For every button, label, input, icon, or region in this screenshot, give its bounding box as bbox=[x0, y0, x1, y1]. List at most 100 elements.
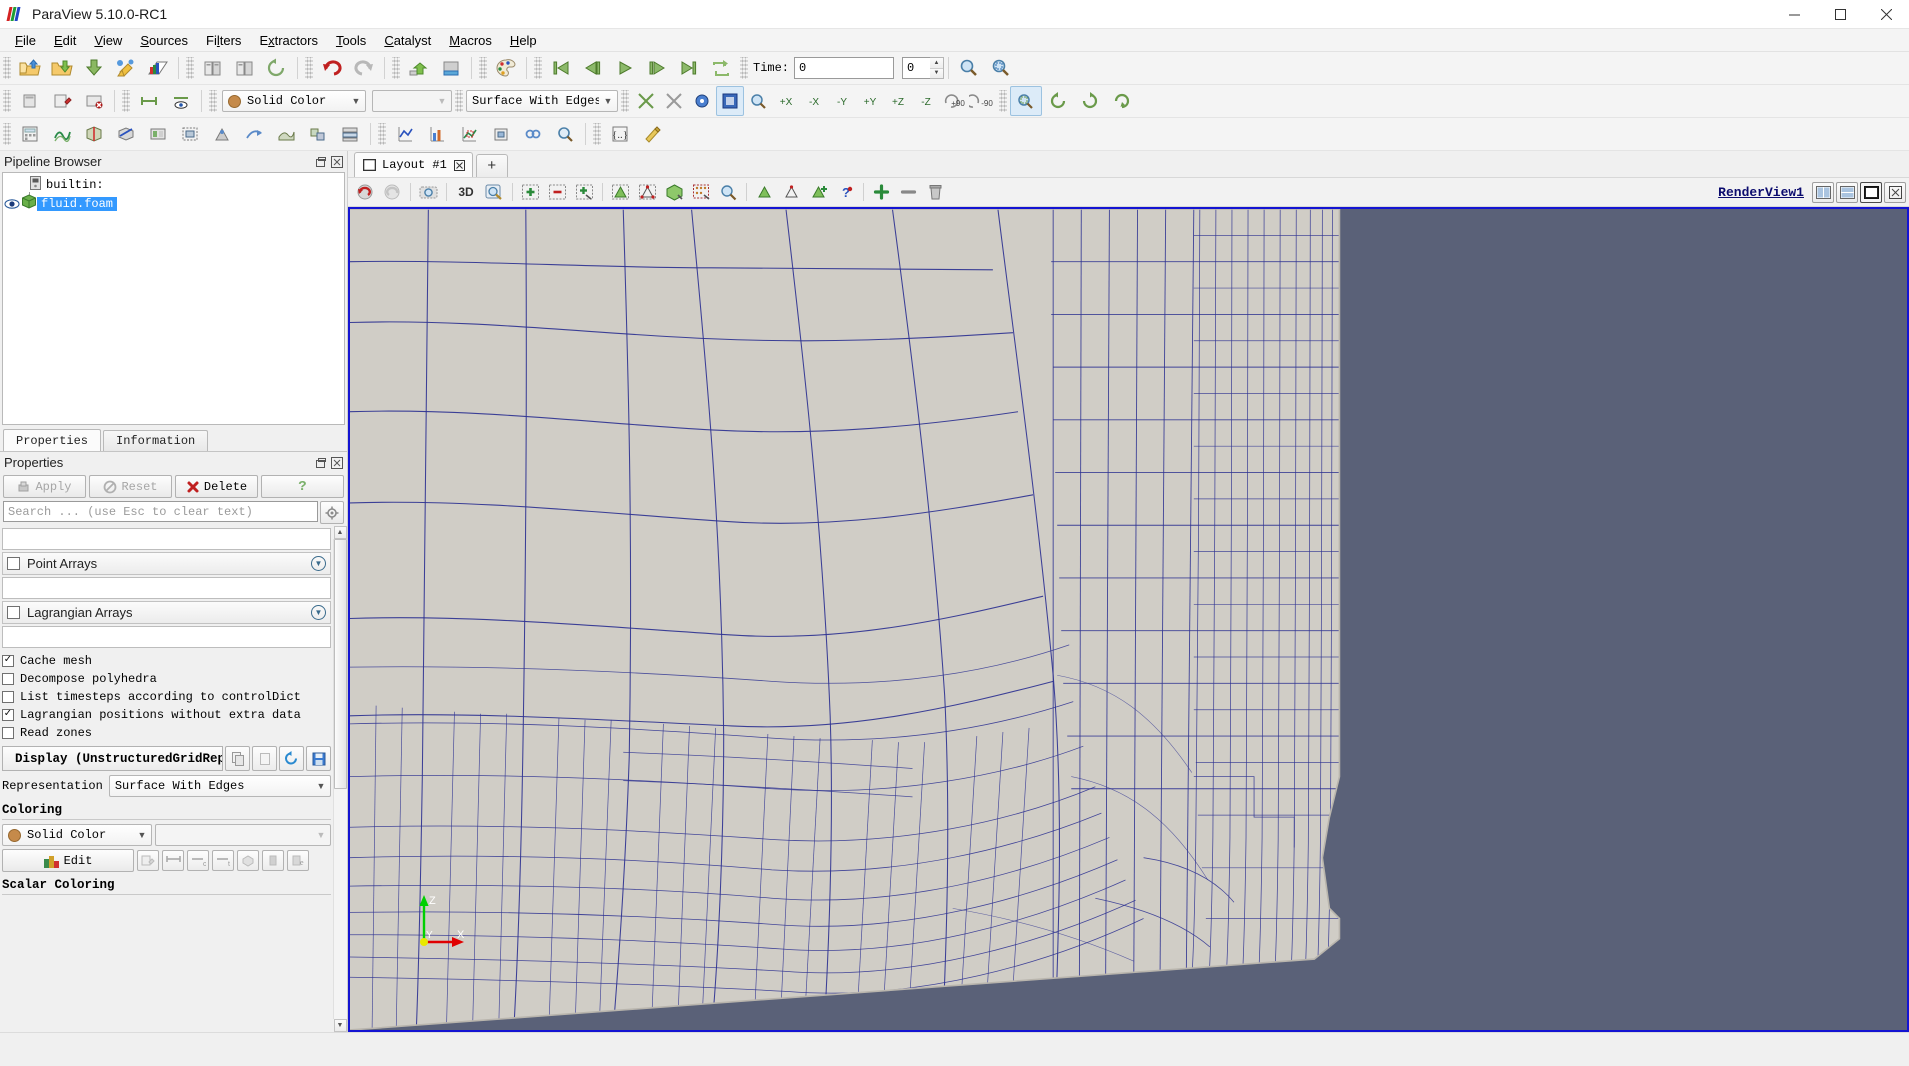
properties-scrollbar[interactable]: ▲ ▼ bbox=[333, 526, 347, 1032]
apply-button[interactable]: Apply bbox=[3, 475, 86, 498]
active-variable-button[interactable] bbox=[14, 86, 46, 116]
rescale-custom-button[interactable]: c bbox=[187, 850, 209, 871]
close-icon[interactable] bbox=[330, 456, 344, 470]
undock-icon[interactable] bbox=[314, 155, 328, 169]
read-zones-checkbox[interactable] bbox=[2, 727, 14, 739]
choose-preset-button[interactable]: e bbox=[287, 850, 309, 871]
menu-tools[interactable]: Tools bbox=[327, 31, 375, 50]
tab-properties[interactable]: Properties bbox=[3, 429, 101, 451]
save-animation-button[interactable] bbox=[142, 53, 174, 83]
coloring-array-select[interactable]: Solid Color ▼ bbox=[2, 824, 152, 846]
menu-file[interactable]: File bbox=[6, 31, 45, 50]
edit-color-map-button[interactable] bbox=[46, 86, 78, 116]
toolbar-grip[interactable] bbox=[479, 57, 487, 79]
add-selection-button[interactable] bbox=[868, 179, 895, 205]
rotate-minus90-button[interactable]: -90 bbox=[968, 86, 996, 116]
list-timesteps-checkbox[interactable] bbox=[2, 691, 14, 703]
threshold-button[interactable] bbox=[142, 119, 174, 149]
subtract-selection-button[interactable] bbox=[895, 179, 922, 205]
toolbar-grip[interactable] bbox=[305, 57, 313, 79]
rotate-reset-button[interactable] bbox=[1106, 86, 1138, 116]
save-data-button[interactable] bbox=[78, 53, 110, 83]
first-frame-button[interactable] bbox=[545, 53, 577, 83]
coloring-component-select[interactable]: ▼ bbox=[155, 824, 331, 846]
rescale-to-data-button[interactable] bbox=[162, 850, 184, 871]
reset-button[interactable]: Reset bbox=[89, 475, 172, 498]
hover-points-button[interactable] bbox=[778, 179, 805, 205]
rotate-ccw-button[interactable] bbox=[1042, 86, 1074, 116]
select-surface-cells-button[interactable] bbox=[607, 179, 634, 205]
render-view-canvas[interactable]: Z X Y bbox=[348, 207, 1909, 1032]
visibility-toggle-icon[interactable] bbox=[3, 198, 21, 210]
layout-tab-1[interactable]: Layout #1 bbox=[354, 152, 473, 177]
menu-view[interactable]: View bbox=[85, 31, 131, 50]
camera-negz-button[interactable]: -Z bbox=[912, 86, 940, 116]
toolbar-grip[interactable] bbox=[455, 90, 463, 112]
copy-display-button[interactable] bbox=[225, 746, 250, 771]
warp-button[interactable] bbox=[270, 119, 302, 149]
representation-combo[interactable]: Surface With Edges ▼ bbox=[466, 90, 618, 112]
toolbar-grip[interactable] bbox=[3, 57, 11, 79]
display-section-title[interactable]: Display (UnstructuredGridRepres bbox=[2, 746, 223, 771]
rescale-custom-button[interactable] bbox=[133, 86, 165, 116]
clip-button[interactable] bbox=[78, 119, 110, 149]
coloring-array-combo[interactable]: Solid Color ▼ bbox=[222, 90, 366, 112]
group-datasets-button[interactable] bbox=[302, 119, 334, 149]
toolbar-grip[interactable] bbox=[740, 57, 748, 79]
rescale-visible-button[interactable] bbox=[165, 86, 197, 116]
open-file-button[interactable] bbox=[14, 53, 46, 83]
reset-center-button[interactable] bbox=[660, 86, 688, 116]
split-vertical-button[interactable] bbox=[1836, 182, 1858, 203]
frame-spinner[interactable]: ▲▼ bbox=[930, 57, 944, 79]
camera-adjust-button[interactable] bbox=[415, 179, 442, 205]
python-calculator-button[interactable]: {..} bbox=[604, 119, 636, 149]
edit-color-map-button[interactable] bbox=[137, 850, 159, 871]
stream-tracer-button[interactable] bbox=[238, 119, 270, 149]
cache-mesh-row[interactable]: ✓ Cache mesh bbox=[2, 652, 331, 670]
menu-macros[interactable]: Macros bbox=[440, 31, 501, 50]
undock-icon[interactable] bbox=[314, 456, 328, 470]
minimize-button[interactable] bbox=[1771, 0, 1817, 28]
new-layout-tab[interactable]: + bbox=[476, 154, 508, 177]
render-view-name[interactable]: RenderView1 bbox=[1718, 185, 1804, 200]
select-surface-points-button[interactable] bbox=[634, 179, 661, 205]
scroll-down-button[interactable]: ▼ bbox=[334, 1019, 347, 1032]
camera-posx-button[interactable]: +X bbox=[772, 86, 800, 116]
selection-link-button[interactable] bbox=[517, 119, 549, 149]
select-block-button[interactable] bbox=[661, 179, 688, 205]
pick-center-button[interactable] bbox=[688, 86, 716, 116]
plot-data-button[interactable] bbox=[421, 119, 453, 149]
extract-subset-button[interactable] bbox=[174, 119, 206, 149]
scrollbar-track[interactable] bbox=[333, 539, 348, 1019]
previous-frame-button[interactable] bbox=[577, 53, 609, 83]
lagrangian-arrays-checkbox[interactable] bbox=[7, 606, 20, 619]
toolbar-grip[interactable] bbox=[534, 57, 542, 79]
connect-server-button[interactable] bbox=[197, 53, 229, 83]
next-frame-button[interactable] bbox=[641, 53, 673, 83]
edit-color-button[interactable]: Edit bbox=[2, 849, 134, 872]
camera-negy-button[interactable]: -Y bbox=[828, 86, 856, 116]
redo-camera-button[interactable] bbox=[435, 53, 467, 83]
maximize-button[interactable] bbox=[1817, 0, 1863, 28]
programmable-filter-button[interactable] bbox=[636, 119, 668, 149]
toolbar-grip[interactable] bbox=[3, 123, 11, 145]
pipeline-browser-tree[interactable]: builtin: fluid.foam bbox=[2, 172, 345, 425]
glyph-button[interactable] bbox=[206, 119, 238, 149]
invert-colors-button[interactable] bbox=[262, 850, 284, 871]
scrollbar-thumb[interactable] bbox=[334, 539, 347, 789]
hover-cells-plus-button[interactable] bbox=[805, 179, 832, 205]
point-arrays-checkbox[interactable] bbox=[7, 557, 20, 570]
toolbar-grip[interactable] bbox=[593, 123, 601, 145]
close-view-button[interactable] bbox=[1884, 182, 1906, 203]
redo-camera-button[interactable] bbox=[379, 179, 406, 205]
disconnect-server-button[interactable] bbox=[229, 53, 261, 83]
zoom-to-data-button[interactable] bbox=[953, 53, 985, 83]
calculator-button[interactable] bbox=[14, 119, 46, 149]
undo-camera-button[interactable] bbox=[352, 179, 379, 205]
show-orientation-axes-button[interactable] bbox=[716, 86, 744, 116]
point-arrays-list[interactable] bbox=[2, 577, 331, 599]
toolbar-grip[interactable] bbox=[122, 90, 130, 112]
rescale-over-time-button[interactable]: t bbox=[212, 850, 234, 871]
close-icon[interactable] bbox=[330, 155, 344, 169]
select-points-button[interactable] bbox=[544, 179, 571, 205]
